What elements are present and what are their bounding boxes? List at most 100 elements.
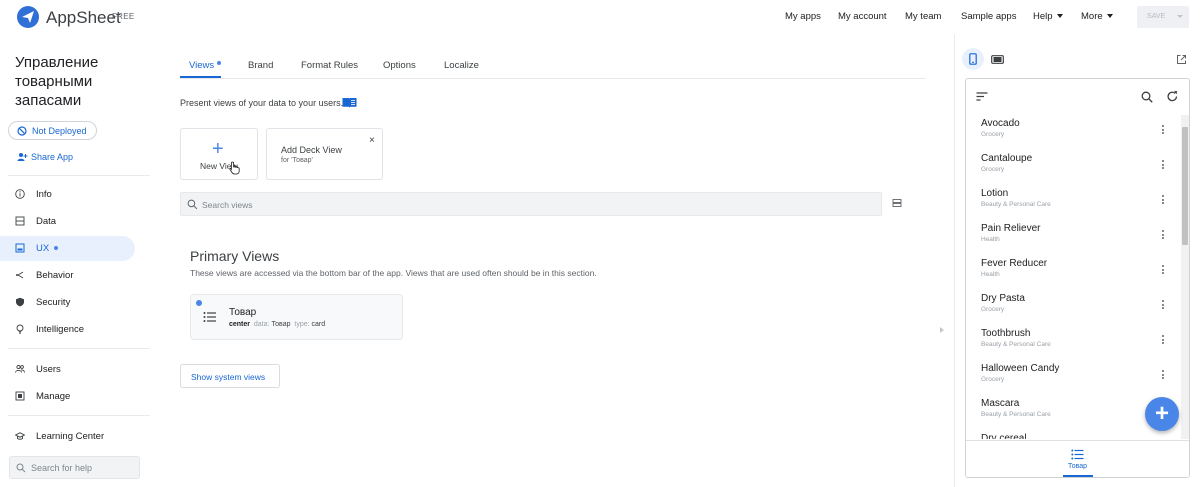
new-view-card[interactable]: + New View <box>180 128 258 180</box>
sidebar-item-label: Manage <box>36 391 71 402</box>
documentation-book-icon[interactable] <box>342 97 357 108</box>
tab-format-rules[interactable]: Format Rules <box>301 60 358 71</box>
more-vert-icon[interactable] <box>1162 335 1165 346</box>
nav-more-menu[interactable]: More <box>1081 11 1113 22</box>
chevron-down-icon <box>1177 15 1183 18</box>
unsaved-dot-icon <box>196 300 202 306</box>
search-icon <box>187 199 198 210</box>
tab-brand[interactable]: Brand <box>248 60 273 71</box>
sidebar-item-intelligence[interactable]: Intelligence <box>0 317 135 342</box>
list-view-icon[interactable] <box>1071 449 1084 460</box>
behavior-icon <box>16 271 24 279</box>
more-vert-icon[interactable] <box>1162 160 1165 171</box>
chevron-down-icon <box>1106 14 1113 19</box>
bottom-nav: Товар <box>966 440 1189 477</box>
bottom-nav-indicator <box>1063 475 1093 477</box>
sidebar-item-label: Intelligence <box>36 324 85 335</box>
share-users-icon <box>17 153 28 161</box>
app-header <box>966 79 1189 115</box>
more-vert-icon[interactable] <box>1162 230 1165 241</box>
not-deployed-icon <box>17 126 27 136</box>
suggestion-subtitle: for 'Товар' <box>281 157 313 164</box>
plan-badge: FREE <box>112 12 135 21</box>
tab-options[interactable]: Options <box>383 60 416 71</box>
list-item[interactable]: Pain Reliever Health <box>966 220 1181 255</box>
appsheet-logo-icon[interactable] <box>17 6 39 28</box>
open-external-icon[interactable] <box>1176 54 1187 65</box>
search-views-input[interactable]: Search views <box>180 192 882 216</box>
list-item[interactable]: Cantaloupe Grocery <box>966 150 1181 185</box>
tab-localize[interactable]: Localize <box>444 60 479 71</box>
sidebar-item-users[interactable]: Users <box>0 357 135 382</box>
sort-icon[interactable] <box>976 92 988 101</box>
list-item-title: Mascara <box>981 398 1020 409</box>
list-item[interactable]: Fever Reducer Health <box>966 255 1181 290</box>
nav-my-apps[interactable]: My apps <box>785 11 821 22</box>
list-item-title: Pain Reliever <box>981 223 1041 234</box>
nav-help-menu[interactable]: Help <box>1033 11 1063 22</box>
nav-my-team[interactable]: My team <box>905 11 941 22</box>
data-icon <box>15 216 25 226</box>
add-deck-view-suggestion[interactable]: Add Deck View for 'Товар' × <box>266 128 383 180</box>
list-item[interactable]: Dry cereal <box>966 430 1181 439</box>
help-search-input[interactable]: Search for help <box>9 456 140 479</box>
show-system-views-button[interactable]: Show system views <box>180 364 280 388</box>
show-system-views-label: Show system views <box>191 372 266 382</box>
view-name: Товар <box>229 307 257 318</box>
nav-my-account[interactable]: My account <box>838 11 887 22</box>
bottom-nav-label[interactable]: Товар <box>1068 463 1087 470</box>
tab-views-label: Views <box>189 60 215 71</box>
sidebar-item-learning-center[interactable]: Learning Center <box>0 424 135 449</box>
list-item[interactable]: Dry Pasta Grocery <box>966 290 1181 325</box>
list-item[interactable]: Toothbrush Beauty & Personal Care <box>966 325 1181 360</box>
more-vert-icon[interactable] <box>1162 370 1165 381</box>
sidebar-item-info[interactable]: Info <box>0 182 135 207</box>
sidebar-item-label: Info <box>36 189 52 200</box>
add-item-button[interactable]: + <box>1145 397 1179 431</box>
more-vert-icon[interactable] <box>1162 195 1165 206</box>
nav-help-label: Help <box>1033 11 1053 22</box>
save-button[interactable]: SAVE <box>1137 6 1189 28</box>
sidebar-item-ux[interactable]: UX <box>0 236 135 261</box>
phone-icon <box>969 53 977 65</box>
tab-views[interactable]: Views <box>189 60 222 71</box>
phone-preview-button[interactable] <box>962 48 984 70</box>
list-item-category: Grocery <box>981 166 1005 173</box>
list-item-title: Fever Reducer <box>981 258 1048 269</box>
item-list: Avocado Grocery Cantaloupe Grocery Lotion Bea… <box>966 115 1181 439</box>
list-item[interactable]: Lotion Beauty & Personal Care <box>966 185 1181 220</box>
list-item-category: Beauty & Personal Care <box>981 341 1051 348</box>
chevron-down-icon <box>1056 14 1063 19</box>
list-item[interactable]: Halloween Candy Grocery <box>966 360 1181 395</box>
more-vert-icon[interactable] <box>1162 300 1165 311</box>
list-item-title: Halloween Candy <box>981 363 1060 374</box>
graduation-cap-icon <box>15 432 25 440</box>
sidebar-item-security[interactable]: Security <box>0 290 135 315</box>
sidebar-item-ux-label: UX <box>36 243 59 254</box>
sidebar-item-data[interactable]: Data <box>0 209 135 234</box>
sidebar-item-manage[interactable]: Manage <box>0 384 135 409</box>
list-item[interactable]: Avocado Grocery <box>966 115 1181 150</box>
preview-panel-divider <box>954 34 955 487</box>
more-vert-icon[interactable] <box>1162 265 1165 276</box>
close-icon[interactable]: × <box>369 135 375 146</box>
more-vert-icon[interactable] <box>1162 125 1165 136</box>
view-data-value: Товар <box>271 321 291 328</box>
brand-name[interactable]: AppSheet <box>46 8 121 28</box>
manage-icon <box>15 391 25 401</box>
sidebar-divider <box>8 175 150 176</box>
view-card-tovar[interactable]: Товар center data: Товар type: card <box>190 294 403 340</box>
search-icon[interactable] <box>1141 91 1153 103</box>
nav-sample-apps[interactable]: Sample apps <box>961 11 1016 22</box>
sidebar-item-label: Behavior <box>36 270 74 281</box>
sidebar-item-behavior[interactable]: Behavior <box>0 263 135 288</box>
scrollbar-thumb[interactable] <box>1182 127 1188 245</box>
collapse-preview-arrow-icon[interactable] <box>940 327 944 333</box>
list-item-title: Toothbrush <box>981 328 1031 339</box>
deploy-status-pill[interactable]: Not Deployed <box>8 121 97 140</box>
tablet-icon[interactable] <box>991 55 1004 64</box>
sync-icon[interactable] <box>1166 90 1179 103</box>
list-item-title: Dry Pasta <box>981 293 1025 304</box>
sidebar-divider <box>8 415 150 416</box>
view-layout-toggle-icon[interactable] <box>892 198 902 208</box>
